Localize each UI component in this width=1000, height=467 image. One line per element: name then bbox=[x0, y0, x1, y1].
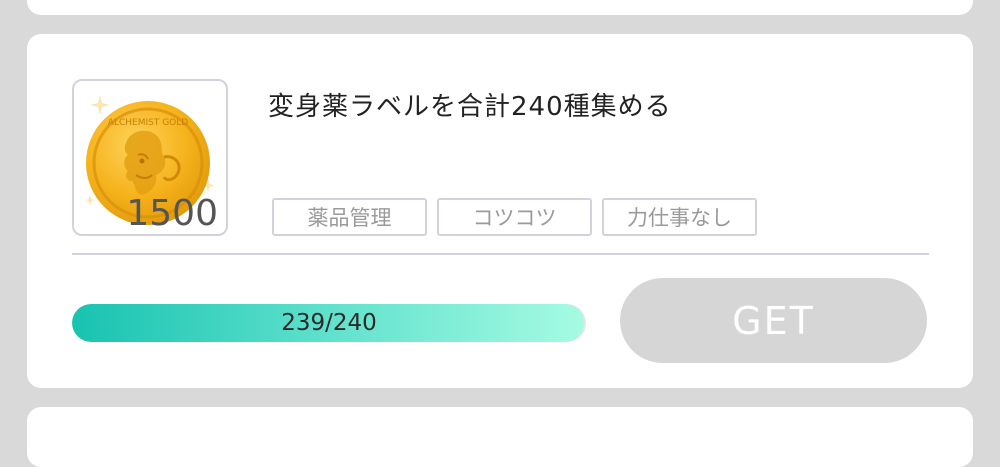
tag-chip: 力仕事なし bbox=[602, 198, 757, 236]
tag-list: 薬品管理 コツコツ 力仕事なし bbox=[272, 198, 757, 236]
tag-chip: コツコツ bbox=[437, 198, 592, 236]
next-mission-card bbox=[27, 407, 973, 467]
mission-card: ALCHEMIST GOLD 1500 変身薬ラベルを合計240種集める 薬品管… bbox=[27, 34, 973, 388]
progress-text: 239/240 bbox=[281, 310, 377, 336]
reward-amount: 1500 bbox=[126, 193, 218, 234]
previous-mission-card bbox=[27, 0, 973, 15]
svg-text:ALCHEMIST GOLD: ALCHEMIST GOLD bbox=[108, 118, 188, 128]
get-button[interactable]: GET bbox=[620, 278, 927, 363]
reward-box: ALCHEMIST GOLD 1500 bbox=[72, 79, 228, 236]
divider bbox=[72, 253, 929, 255]
tag-chip: 薬品管理 bbox=[272, 198, 427, 236]
progress-bar: 239/240 bbox=[72, 304, 586, 342]
mission-title: 変身薬ラベルを合計240種集める bbox=[268, 92, 672, 122]
